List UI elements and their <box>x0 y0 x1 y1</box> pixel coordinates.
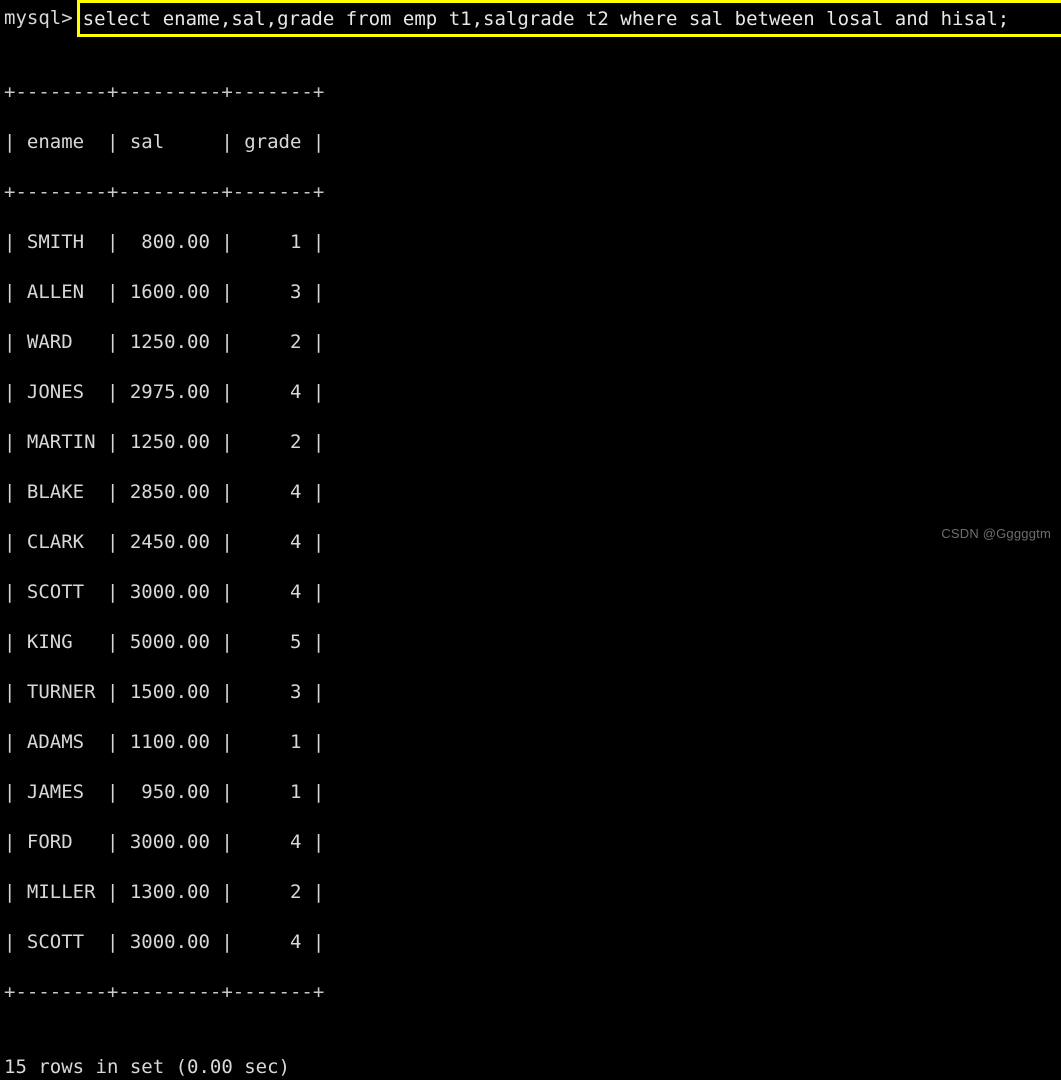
table-row: | MARTIN | 1250.00 | 2 | <box>4 431 325 453</box>
table-row: | ADAMS | 1100.00 | 1 | <box>4 731 325 753</box>
table-row: | CLARK | 2450.00 | 4 | <box>4 531 325 553</box>
table-rule-bottom: +--------+---------+-------+ <box>4 981 325 1003</box>
table-row: | SMITH | 800.00 | 1 | <box>4 231 325 253</box>
result-status-line: 15 rows in set (0.00 sec) <box>4 1056 290 1078</box>
table-row: | SCOTT | 3000.00 | 4 | <box>4 931 325 953</box>
table-rule-header: +--------+---------+-------+ <box>4 181 325 203</box>
result-table: +--------+---------+-------+ | ename | s… <box>0 55 1061 1055</box>
table-row: | FORD | 3000.00 | 4 | <box>4 831 325 853</box>
table-rule-top: +--------+---------+-------+ <box>4 81 325 103</box>
table-row: | KING | 5000.00 | 5 | <box>4 631 325 653</box>
csdn-watermark: CSDN @Gggggtm <box>941 526 1051 541</box>
command-highlight-box: select ename,sal,grade from emp t1,salgr… <box>76 0 1061 37</box>
command-line-row: mysql> select ename,sal,grade from emp t… <box>0 0 1061 37</box>
mysql-prompt: mysql> <box>4 7 73 29</box>
table-row: | WARD | 1250.00 | 2 | <box>4 331 325 353</box>
sql-command-text: select ename,sal,grade from emp t1,salgr… <box>82 7 1010 30</box>
table-row: | MILLER | 1300.00 | 2 | <box>4 881 325 903</box>
table-row: | JONES | 2975.00 | 4 | <box>4 381 325 403</box>
table-header-row: | ename | sal | grade | <box>4 131 325 153</box>
blank-line-spacer <box>0 37 1061 55</box>
table-row: | ALLEN | 1600.00 | 3 | <box>4 281 325 303</box>
table-row: | BLAKE | 2850.00 | 4 | <box>4 481 325 503</box>
table-row: | TURNER | 1500.00 | 3 | <box>4 681 325 703</box>
terminal-window: mysql> select ename,sal,grade from emp t… <box>0 0 1061 1078</box>
table-row: | SCOTT | 3000.00 | 4 | <box>4 581 325 603</box>
table-row: | JAMES | 950.00 | 1 | <box>4 781 325 803</box>
